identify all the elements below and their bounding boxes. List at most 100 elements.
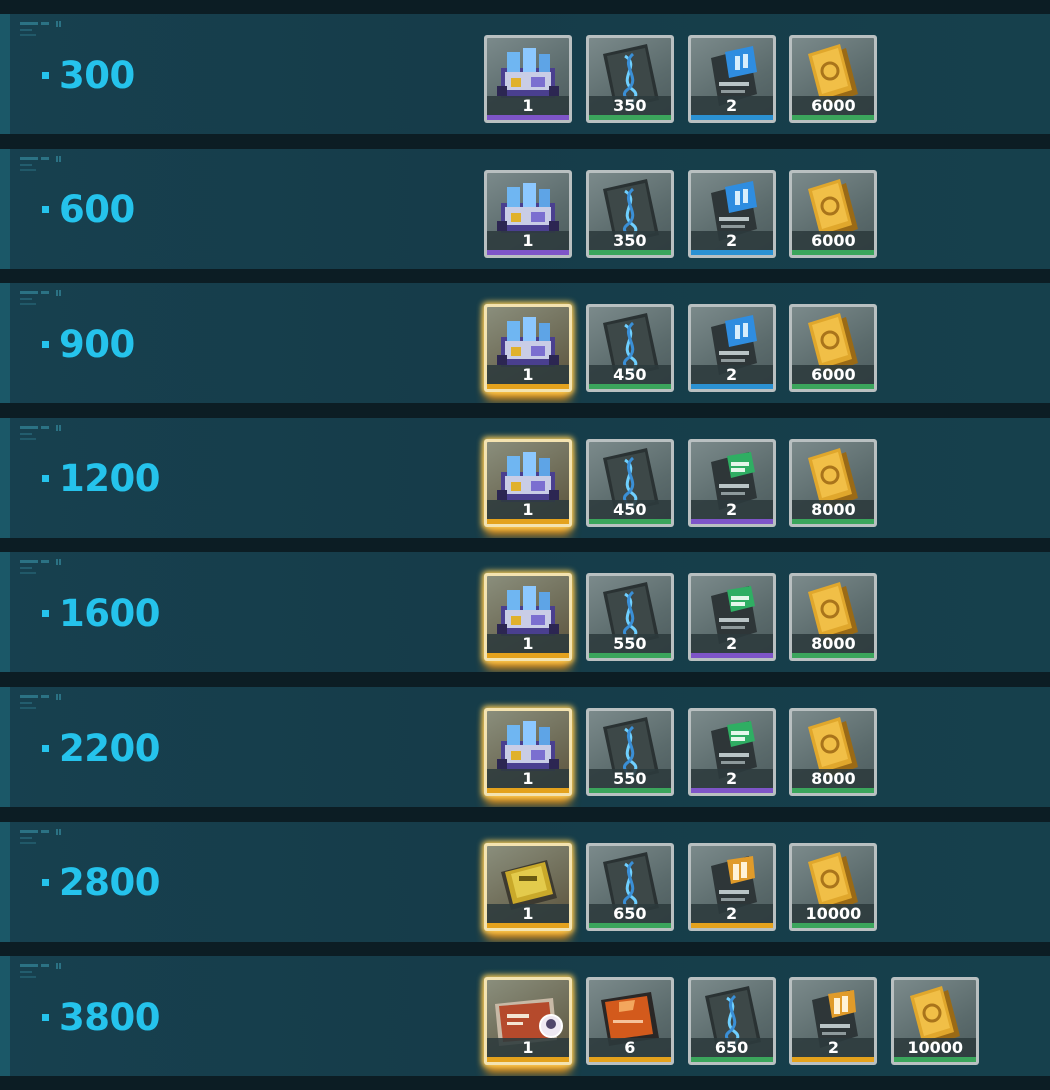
reward-item[interactable]: 10000 [891,977,980,1066]
reward-tier-row: 600 1 350 2 6000 [0,148,1050,269]
threshold-value: 3800 [59,995,160,1039]
reward-item[interactable]: 2 [789,977,878,1066]
reward-quantity: 6000 [792,230,875,250]
tier-threshold: 900 [42,321,135,367]
reward-item[interactable]: 2 [687,35,776,123]
row-edge-accent [0,283,10,404]
reward-quantity: 10000 [894,1038,977,1058]
reward-quantity: 8000 [792,634,875,654]
row-decoration [20,21,70,38]
rarity-bar [690,384,773,390]
reward-item[interactable]: 650 [585,842,674,931]
reward-item[interactable]: 8000 [789,438,878,527]
threshold-value: 1200 [59,457,160,501]
rarity-bar [487,518,569,524]
reward-item[interactable]: 6000 [789,304,878,393]
reward-item[interactable]: 2 [687,438,776,527]
reward-quantity: 2 [690,365,773,385]
rarity-bar [690,653,773,659]
reward-item[interactable]: 1 [484,708,572,796]
row-decoration [20,155,70,173]
row-edge-accent [0,552,10,673]
reward-item[interactable]: 1 [484,438,572,527]
rarity-bar [792,384,875,390]
reward-item[interactable]: 6000 [789,35,878,123]
rarity-bar [588,653,671,659]
reward-quantity: 1 [487,96,569,115]
reward-quantity: 6000 [792,365,875,385]
threshold-value: 900 [59,322,135,366]
rarity-bar [690,922,773,928]
threshold-bullet-icon [42,609,49,617]
reward-item[interactable]: 1 [484,977,572,1066]
reward-item[interactable]: 8000 [789,573,878,662]
reward-item[interactable]: 2 [687,842,776,931]
threshold-value: 2200 [59,726,160,770]
reward-item[interactable]: 550 [585,573,674,662]
tier-threshold: 300 [42,52,135,98]
reward-quantity: 10000 [792,903,875,923]
tier-threshold: 1200 [42,456,160,502]
reward-item[interactable]: 2 [687,708,776,796]
row-edge-accent [0,148,10,269]
reward-item[interactable]: 1 [484,842,572,931]
reward-item[interactable]: 2 [687,573,776,662]
reward-quantity: 8000 [792,769,875,788]
rarity-bar [894,1057,977,1063]
threshold-bullet-icon [42,206,49,214]
reward-quantity: 8000 [792,499,875,519]
rarity-bar [690,249,773,255]
tier-threshold: 2800 [42,860,160,906]
reward-quantity: 1 [487,769,569,788]
rarity-bar [690,115,773,120]
tier-threshold: 600 [42,187,135,233]
reward-quantity: 6 [588,1038,671,1058]
rarity-bar [792,1057,875,1063]
reward-item[interactable]: 450 [585,438,674,527]
rarity-bar [487,788,569,793]
rarity-bar [792,788,875,793]
reward-item[interactable]: 350 [585,35,674,123]
reward-tier-row: 2800 1 650 2 10000 [0,821,1050,942]
reward-item[interactable]: 1 [484,169,572,258]
reward-tier-list: 300 1 350 2 6000 600 1 350 2 6000 900 1 … [0,0,1050,1090]
reward-tier-row: 1200 1 450 2 8000 [0,417,1050,538]
reward-item[interactable]: 2 [687,169,776,258]
reward-item[interactable]: 350 [585,169,674,258]
reward-item[interactable]: 450 [585,304,674,393]
reward-quantity: 2 [690,634,773,654]
rarity-bar [792,115,875,120]
rarity-bar [487,115,569,120]
rarity-bar [792,518,875,524]
row-edge-accent [0,956,10,1077]
reward-quantity: 350 [588,96,671,115]
reward-item[interactable]: 1 [484,573,572,662]
reward-item[interactable]: 550 [585,708,674,796]
reward-tier-row: 300 1 350 2 6000 [0,14,1050,134]
reward-item[interactable]: 6000 [789,169,878,258]
reward-item[interactable]: 1 [484,35,572,123]
reward-quantity: 1 [487,903,569,923]
reward-item[interactable]: 650 [687,977,776,1066]
reward-item[interactable]: 8000 [789,708,878,796]
row-decoration [20,290,70,307]
threshold-bullet-icon [42,71,49,79]
rarity-bar [487,249,569,255]
threshold-bullet-icon [42,340,49,348]
row-decoration [20,963,70,980]
reward-item[interactable]: 2 [687,304,776,393]
row-edge-accent [0,417,10,538]
threshold-value: 1600 [59,591,160,635]
reward-tier-row: 3800 1 6 650 2 10000 [0,956,1050,1077]
reward-quantity: 1 [487,365,569,385]
reward-item[interactable]: 6 [585,977,674,1066]
row-decoration [20,559,70,576]
reward-quantity: 650 [588,903,671,923]
threshold-bullet-icon [42,475,49,483]
reward-quantity: 1 [487,230,569,250]
reward-item[interactable]: 1 [484,304,572,393]
reward-quantity: 450 [588,499,671,519]
rarity-bar [690,1057,773,1063]
reward-item[interactable]: 10000 [789,842,878,931]
row-decoration [20,424,70,442]
